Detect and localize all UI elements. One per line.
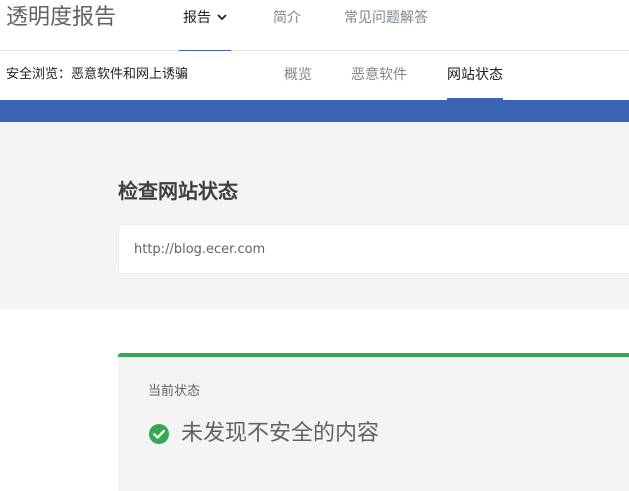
tab-site-status[interactable]: 网站状态 [447, 66, 503, 100]
page-title: 检查网站状态 [118, 179, 238, 203]
tab-intro[interactable]: 简介 [273, 9, 301, 51]
status-label: 当前状态 [148, 384, 201, 399]
tab-overview[interactable]: 概览 [284, 66, 312, 100]
section-title: 安全浏览：恶意软件和网上诱骗 [6, 67, 189, 82]
section-navigation: 安全浏览：恶意软件和网上诱骗 概览 恶意软件 网站状态 [0, 51, 629, 100]
check-circle-icon [149, 424, 169, 444]
header-accent-band [0, 100, 629, 122]
tab-reports-label: 报告 [183, 10, 211, 26]
site-url-input[interactable] [118, 224, 629, 274]
status-text: 未发现不安全的内容 [181, 421, 380, 446]
tab-reports[interactable]: 报告 [179, 9, 231, 52]
status-result: 未发现不安全的内容 [148, 419, 379, 449]
site-title[interactable]: 透明度报告 [6, 3, 116, 33]
status-card: 当前状态 未发现不安全的内容 [118, 353, 629, 491]
site-check-panel: 检查网站状态 [0, 122, 629, 309]
tab-malware[interactable]: 恶意软件 [351, 66, 407, 100]
top-navigation: 透明度报告 报告 简介 常见问题解答 [0, 0, 629, 52]
tab-faq[interactable]: 常见问题解答 [344, 9, 428, 51]
chevron-down-icon [217, 14, 227, 21]
